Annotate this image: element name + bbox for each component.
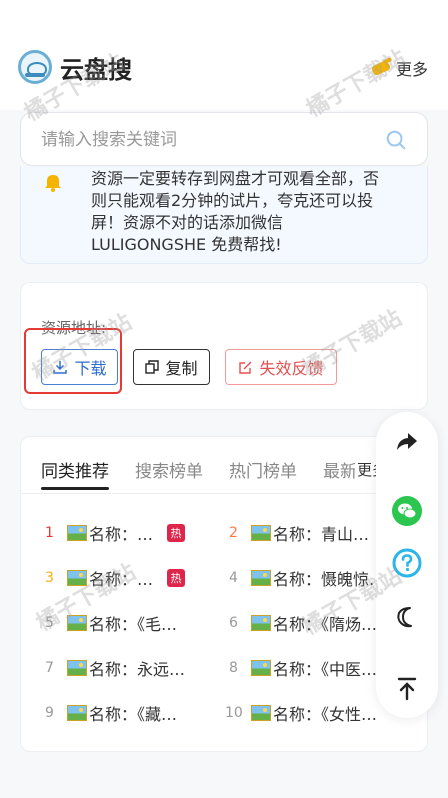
rank-number: 1 xyxy=(45,525,54,541)
item-title: 名称：慑魄惊… xyxy=(273,570,386,589)
search-icon[interactable] xyxy=(385,129,407,151)
copy-icon xyxy=(145,360,160,374)
more-button[interactable]: 更多 xyxy=(370,56,428,80)
rank-number: 2 xyxy=(229,525,238,541)
floating-toolbar xyxy=(376,412,438,718)
copy-button[interactable]: 复制 xyxy=(133,349,210,385)
list-item[interactable]: 3 名称：… 热 xyxy=(45,566,186,590)
site-title[interactable]: 云盘搜 xyxy=(60,50,132,85)
search-box xyxy=(20,112,428,166)
item-title: 名称：永远… xyxy=(89,660,186,679)
picture-icon xyxy=(251,705,271,721)
tab-search-ranking[interactable]: 搜索榜单 xyxy=(135,457,203,487)
rank-number: 5 xyxy=(45,615,54,631)
question-icon xyxy=(392,548,422,578)
list-item[interactable]: 7 名称：永远… xyxy=(45,656,185,680)
more-label: 更多 xyxy=(395,60,428,79)
hot-badge: 热 xyxy=(167,524,186,542)
picture-icon xyxy=(251,615,271,631)
list-item[interactable]: 8 名称：《中医… xyxy=(229,656,377,680)
picture-icon xyxy=(67,705,87,721)
hot-badge: 热 xyxy=(167,569,186,587)
report-label: 失效反馈 xyxy=(259,359,324,378)
picture-icon xyxy=(67,660,87,676)
tab-similar[interactable]: 同类推荐 xyxy=(41,457,109,490)
ranking-card: 同类推荐 搜索榜单 热门榜单 最新榜单 更多 › 1 名称：… 热 2 名称：青… xyxy=(20,436,428,752)
moon-icon xyxy=(397,607,412,628)
share-arrow-icon xyxy=(397,433,417,450)
wechat-button[interactable] xyxy=(392,496,422,526)
picture-icon xyxy=(67,525,87,541)
tab-hot-ranking[interactable]: 热门榜单 xyxy=(229,457,297,487)
list-item[interactable]: 1 名称：… 热 xyxy=(45,521,186,545)
picture-icon xyxy=(251,660,271,676)
list-item[interactable]: 2 名称：青山… xyxy=(229,521,369,545)
item-title: 名称：《藏… xyxy=(89,705,178,724)
picture-icon xyxy=(67,615,87,631)
share-button[interactable] xyxy=(392,426,422,456)
divider xyxy=(21,493,427,494)
item-title: 名称：… xyxy=(89,525,154,544)
picture-icon xyxy=(251,570,271,586)
wechat-icon xyxy=(392,496,422,526)
item-title: 名称：《隋炀… xyxy=(273,615,378,634)
rank-number: 7 xyxy=(45,660,54,676)
rank-number: 3 xyxy=(45,570,54,586)
notice-panel: 资源一定要转存到网盘才可观看全部，否则只能观看2分钟的试片，夸克还可以投屏！资源… xyxy=(20,166,428,264)
list-item[interactable]: 5 名称：《毛… xyxy=(45,611,177,635)
list-item[interactable]: 10 名称：《女性… xyxy=(225,701,377,725)
back-to-top-button[interactable] xyxy=(392,674,422,704)
picture-icon xyxy=(251,525,271,541)
rank-number: 4 xyxy=(229,570,238,586)
item-title: 名称：《毛… xyxy=(89,615,178,634)
item-title: 名称：… xyxy=(89,570,154,589)
list-item[interactable]: 9 名称：《藏… xyxy=(45,701,177,725)
pointing-hand-icon xyxy=(370,57,392,79)
notice-text: 资源一定要转存到网盘才可观看全部，否则只能观看2分钟的试片，夸克还可以投屏！资源… xyxy=(91,169,380,254)
tab-bar: 同类推荐 搜索榜单 热门榜单 最新榜单 xyxy=(41,457,391,490)
dark-mode-button[interactable] xyxy=(392,602,422,632)
site-logo-icon[interactable] xyxy=(18,50,52,84)
arrow-up-icon xyxy=(397,677,417,701)
report-invalid-button[interactable]: 失效反馈 xyxy=(225,349,337,385)
search-input[interactable] xyxy=(41,125,381,155)
rank-number: 8 xyxy=(229,660,238,676)
item-title: 名称：《女性… xyxy=(273,705,378,724)
edit-icon xyxy=(239,361,252,374)
picture-icon xyxy=(67,570,87,586)
list-item[interactable]: 6 名称：《隋炀… xyxy=(229,611,377,635)
download-highlight-box xyxy=(24,328,122,394)
rank-number: 6 xyxy=(229,615,238,631)
rank-number: 10 xyxy=(225,705,243,721)
header: 云盘搜 更多 xyxy=(0,0,448,110)
item-title: 名称：青山… xyxy=(273,525,370,544)
help-button[interactable] xyxy=(392,548,422,578)
copy-label: 复制 xyxy=(165,359,198,378)
bell-icon xyxy=(45,175,61,192)
rank-number: 9 xyxy=(45,705,54,721)
list-item[interactable]: 4 名称：慑魄惊… xyxy=(229,566,385,590)
item-title: 名称：《中医… xyxy=(273,660,378,679)
